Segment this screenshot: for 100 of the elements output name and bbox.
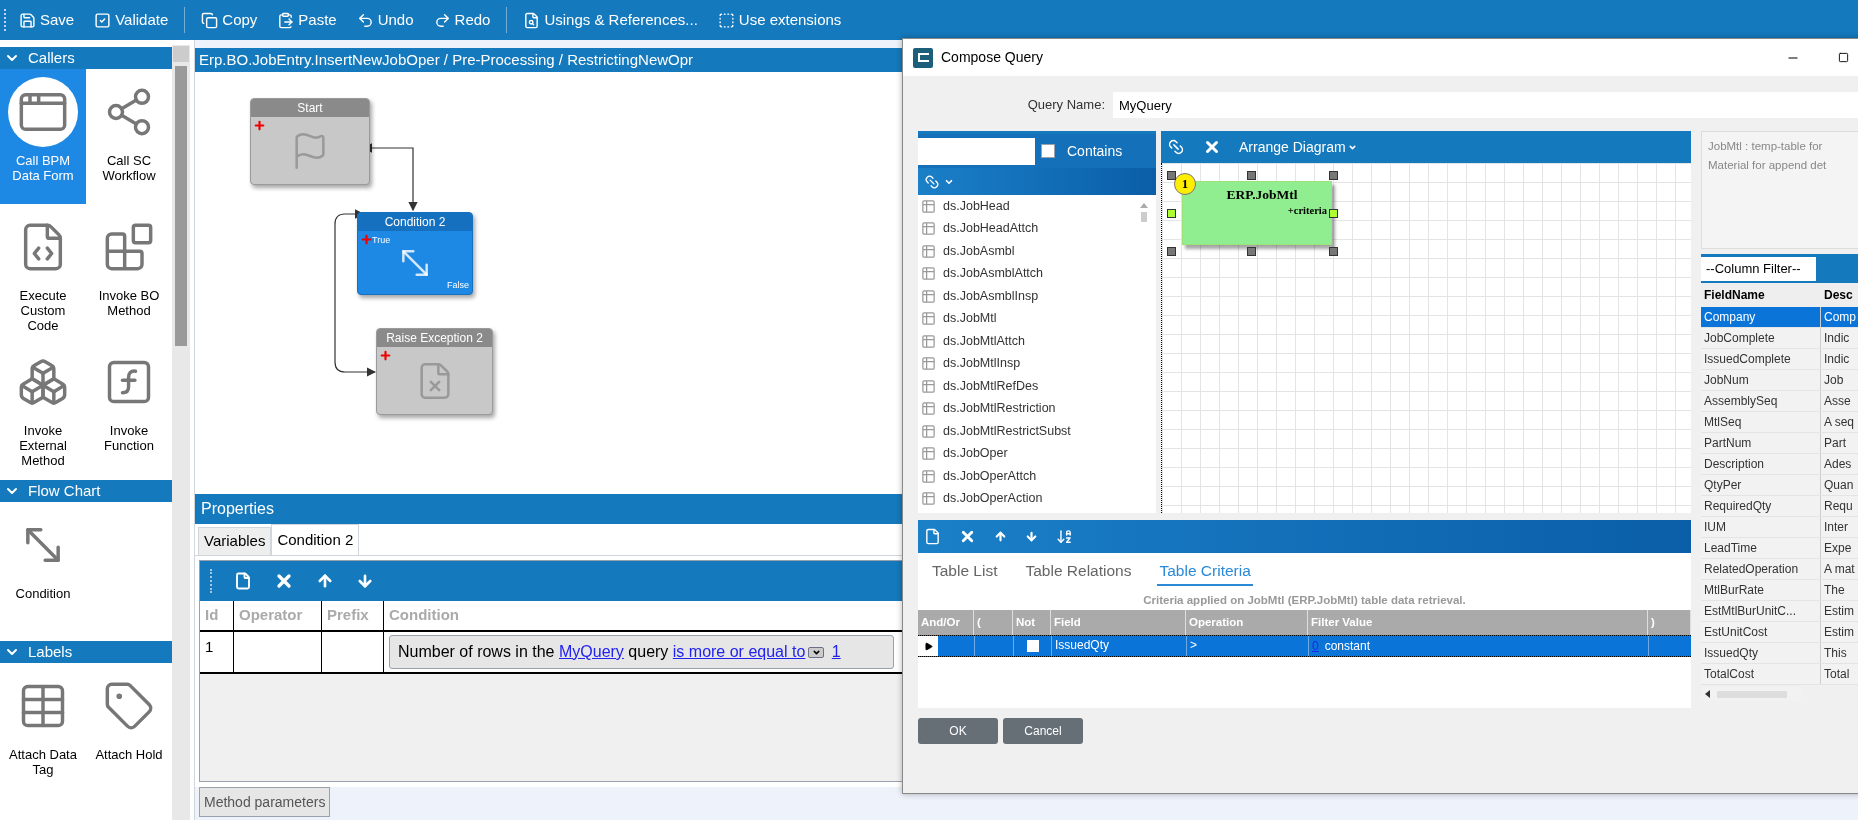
palette-item[interactable]: Call SC Workflow xyxy=(86,69,172,204)
toolbar-button[interactable]: Validate xyxy=(86,4,177,36)
tab[interactable]: Table Criteria xyxy=(1157,558,1253,586)
resize-handle[interactable] xyxy=(1329,171,1338,180)
column-header: Prefix xyxy=(322,601,384,630)
toolbar-button[interactable]: Usings & References... xyxy=(515,4,706,36)
palette-item[interactable]: Invoke BO Method xyxy=(86,204,172,339)
palette-item[interactable]: Execute Custom Code xyxy=(0,204,86,339)
table-list-item[interactable]: ds.JobOper xyxy=(918,442,1138,465)
field-row[interactable]: MtlBurRate The xyxy=(1701,580,1858,601)
query-link[interactable]: MyQuery xyxy=(558,643,624,660)
table-list-item[interactable]: ds.JobAsmbl xyxy=(918,240,1138,263)
palette-item[interactable]: Call BPM Data Form xyxy=(0,69,86,204)
field-row[interactable]: IssuedQty This xyxy=(1701,643,1858,664)
checkbox[interactable] xyxy=(1041,144,1055,158)
toolbar-button[interactable]: Undo xyxy=(348,4,422,36)
column-filter-field[interactable]: --Column Filter-- xyxy=(1701,257,1816,281)
field-row[interactable]: JobComplete Indic xyxy=(1701,328,1858,349)
section-header[interactable]: Flow Chart xyxy=(0,480,172,502)
toolbar-button[interactable]: Paste xyxy=(269,4,345,36)
row-pointer-icon xyxy=(923,641,933,651)
field-row[interactable]: JobNum Job xyxy=(1701,370,1858,391)
field-row[interactable]: QtyPer Quan xyxy=(1701,475,1858,496)
table-list-item[interactable]: ds.JobAsmblInsp xyxy=(918,285,1138,308)
section-header[interactable]: Labels xyxy=(0,641,172,663)
down-arrow-icon[interactable] xyxy=(1025,530,1038,543)
field-row[interactable]: PartNum Part xyxy=(1701,433,1858,454)
table-cell: 1 xyxy=(200,632,234,672)
field-row[interactable]: LeadTime Expe xyxy=(1701,538,1858,559)
field-row[interactable]: Company Comp xyxy=(1701,307,1858,328)
resize-handle[interactable] xyxy=(1329,247,1338,256)
table-list-item[interactable]: ds.JobMtl xyxy=(918,307,1138,330)
palette-item[interactable]: Attach Hold xyxy=(86,663,172,798)
resize-handle[interactable] xyxy=(1247,171,1256,180)
condition-editor[interactable]: Number of rows in the MyQuery query is more or equal to 1 xyxy=(389,635,894,669)
table-list-item[interactable]: ds.JobMtlAttch xyxy=(918,330,1138,353)
table-list-item[interactable]: ds.JobHeadAttch xyxy=(918,217,1138,240)
table-list-item[interactable]: ds.JobMtlRestriction xyxy=(918,397,1138,420)
value-link[interactable]: 1 xyxy=(831,643,841,660)
operator-link[interactable]: is more or equal to xyxy=(672,643,806,660)
table-icon xyxy=(921,356,936,372)
palette-item[interactable]: Invoke Function xyxy=(86,339,172,474)
maximize-icon[interactable] xyxy=(1838,52,1849,63)
table-note: +criteria xyxy=(1287,204,1327,219)
tab[interactable]: Variables xyxy=(198,527,272,555)
tab[interactable]: Table Relations xyxy=(1023,558,1134,586)
criteria-row[interactable]: IssuedQty > 0 constant xyxy=(918,635,1691,657)
section-header[interactable]: Callers xyxy=(0,47,172,69)
toolbar-grip xyxy=(4,9,7,31)
resize-handle[interactable] xyxy=(1167,209,1176,218)
search-field[interactable] xyxy=(918,137,1035,165)
palette-item[interactable]: Attach Data Tag xyxy=(0,663,86,798)
tab[interactable]: Table List xyxy=(930,558,1000,586)
dropdown-button[interactable] xyxy=(808,647,825,659)
delete-icon[interactable] xyxy=(1203,138,1221,156)
checkbox[interactable] xyxy=(1026,640,1039,652)
dialog-button[interactable]: Cancel xyxy=(1003,718,1083,744)
up-arrow-icon[interactable] xyxy=(994,530,1007,543)
table-list-item[interactable]: ds.JobMtlInsp xyxy=(918,352,1138,375)
table-list-item[interactable]: ds.JobMtlRefDes xyxy=(918,375,1138,398)
field-row[interactable]: EstUnitCost Estim xyxy=(1701,622,1858,643)
resize-handle[interactable] xyxy=(1329,209,1338,218)
plus-icon xyxy=(379,349,392,362)
palette-item[interactable]: Invoke External Method xyxy=(0,339,86,474)
field-row[interactable]: MtlSeq A seq xyxy=(1701,412,1858,433)
new-icon[interactable] xyxy=(924,528,941,545)
toolbar-button[interactable]: Copy xyxy=(193,4,266,36)
sort-icon[interactable] xyxy=(1056,528,1073,545)
table-list-item[interactable]: ds.JobAsmblAttch xyxy=(918,262,1138,285)
dialog-button[interactable]: OK xyxy=(918,718,998,744)
resize-handle[interactable] xyxy=(1167,247,1176,256)
field-row[interactable]: AssemblySeq Asse xyxy=(1701,391,1858,412)
delete-icon[interactable] xyxy=(959,528,976,545)
arrange-dropdown[interactable]: Arrange Diagram xyxy=(1239,136,1357,158)
field-row[interactable]: TotalCost Total xyxy=(1701,664,1858,685)
toolbar-button[interactable]: Save xyxy=(11,4,83,36)
field-row[interactable]: RequiredQty Requ xyxy=(1701,496,1858,517)
table-icon xyxy=(921,401,936,417)
field-row[interactable]: EstMtlBurUnitC... Estim xyxy=(1701,601,1858,622)
toolbar-button[interactable]: Use extensions xyxy=(709,4,850,36)
table-list-item[interactable]: ds.JobMtlRestrictSubst xyxy=(918,420,1138,443)
toolbar-button[interactable]: Redo xyxy=(425,4,499,36)
flow-node[interactable]: Condition 2 True False xyxy=(357,212,473,295)
resize-handle[interactable] xyxy=(1247,247,1256,256)
resize-handle[interactable] xyxy=(1167,171,1176,180)
table-list-item[interactable]: ds.JobOperAttch xyxy=(918,465,1138,488)
value-type: constant xyxy=(1324,638,1371,655)
table-list-item[interactable]: ds.JobHead xyxy=(918,195,1138,218)
new-icon[interactable] xyxy=(234,572,252,590)
palette-item[interactable]: Condition xyxy=(0,502,86,637)
down-arrow-icon[interactable] xyxy=(356,572,374,590)
tab[interactable]: Condition 2 xyxy=(271,524,360,555)
tab[interactable]: Method parameters xyxy=(199,787,331,817)
field-row[interactable]: RelatedOperation A mat xyxy=(1701,559,1858,580)
input-field[interactable]: MyQuery xyxy=(1113,92,1858,118)
field-row[interactable]: IssuedComplete Indic xyxy=(1701,349,1858,370)
delete-icon[interactable] xyxy=(274,571,294,591)
field-row[interactable]: IUM Inter xyxy=(1701,517,1858,538)
field-row[interactable]: Description Ades xyxy=(1701,454,1858,475)
false-label: False xyxy=(447,278,469,292)
